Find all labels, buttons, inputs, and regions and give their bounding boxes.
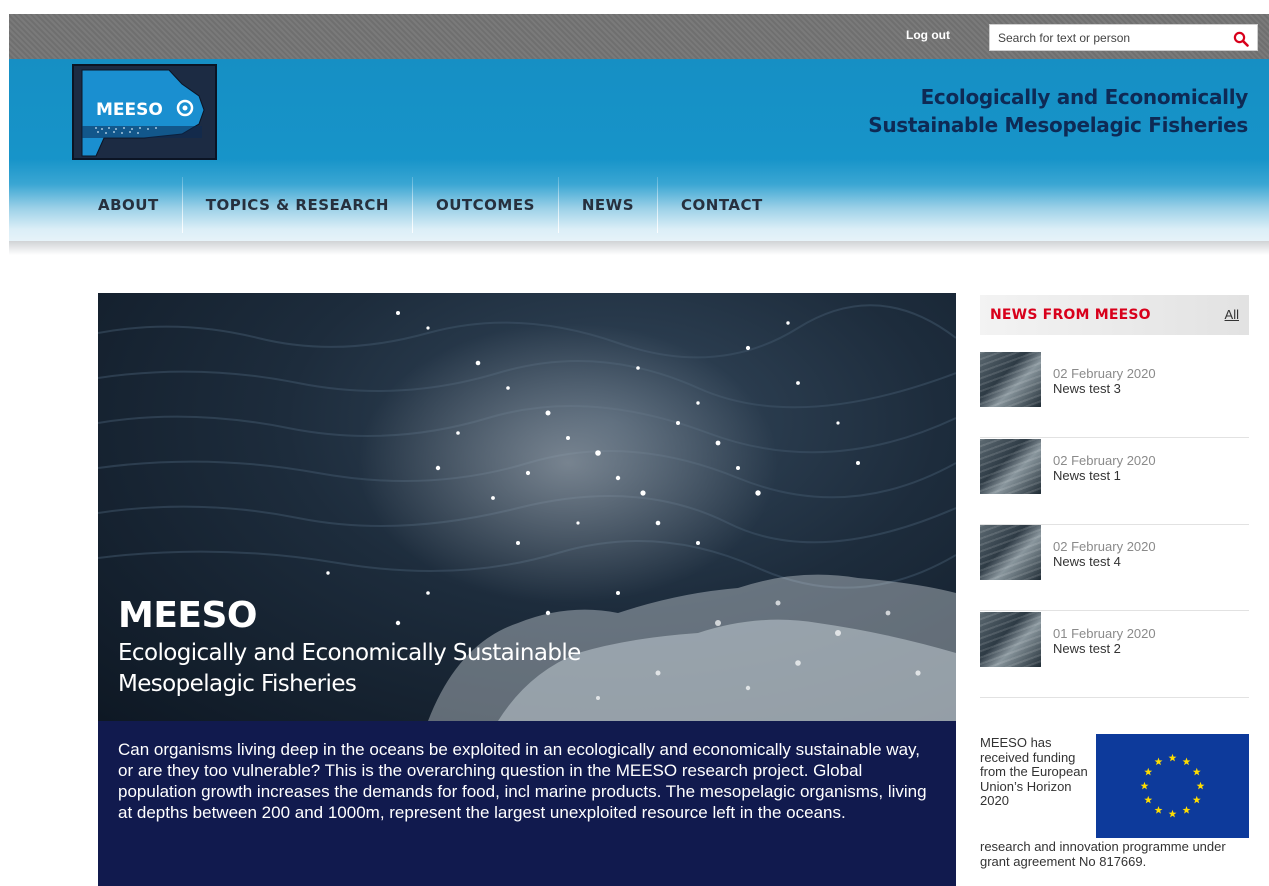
search-box [989, 24, 1258, 51]
top-utility-bar: Log out [9, 14, 1269, 59]
news-date: 02 February 2020 [1053, 539, 1156, 554]
eu-star [1144, 767, 1153, 776]
nav-topics-research[interactable]: TOPICS & RESEARCH [183, 177, 412, 233]
site-header: MEESO Ecologically and Economically Sust… [9, 59, 1269, 241]
news-title[interactable]: News test 3 [1053, 381, 1121, 396]
header-shadow [9, 241, 1269, 255]
eu-star [1192, 767, 1201, 776]
news-title[interactable]: News test 4 [1053, 554, 1121, 569]
eu-star [1154, 806, 1163, 814]
intro-text: Can organisms living deep in the oceans … [98, 721, 956, 886]
hero-subtitle-line-1: Ecologically and Economically Sustainabl… [118, 640, 581, 666]
nav-about[interactable]: ABOUT [76, 177, 182, 233]
logout-link[interactable]: Log out [906, 28, 950, 42]
news-item[interactable]: 02 February 2020 News test 3 [980, 352, 1249, 438]
funding-text-part-2: research and innovation programme under … [980, 839, 1226, 869]
news-thumbnail [980, 439, 1041, 494]
news-header: NEWS FROM MEESO All [980, 295, 1249, 335]
funding-text-part-1: MEESO has received funding from the Euro… [980, 735, 1088, 808]
news-date: 02 February 2020 [1053, 453, 1156, 468]
news-date: 02 February 2020 [1053, 366, 1156, 381]
eu-flag-icon [1096, 734, 1249, 838]
news-title[interactable]: News test 2 [1053, 641, 1121, 656]
news-item[interactable]: 02 February 2020 News test 1 [980, 439, 1249, 525]
news-item[interactable]: 01 February 2020 News test 2 [980, 612, 1249, 698]
eu-star [1182, 757, 1191, 766]
hero-banner: MEESO Ecologically and Economically Sust… [98, 293, 956, 721]
eu-star [1182, 806, 1191, 814]
news-thumbnail [980, 525, 1041, 580]
tagline-line-1: Ecologically and Economically [920, 85, 1249, 109]
eu-star [1144, 795, 1153, 804]
eu-star [1192, 795, 1201, 804]
news-item[interactable]: 02 February 2020 News test 4 [980, 525, 1249, 611]
news-date: 01 February 2020 [1053, 626, 1156, 641]
eu-star [1154, 757, 1163, 766]
hero-subtitle: Ecologically and Economically Sustainabl… [118, 638, 718, 700]
meeso-logo[interactable]: MEESO [72, 64, 217, 160]
news-thumbnail [980, 352, 1041, 407]
eu-star [1168, 753, 1177, 762]
search-icon[interactable] [1233, 31, 1249, 47]
site-tagline: Ecologically and Economically Sustainabl… [868, 83, 1248, 139]
eu-star [1168, 809, 1177, 818]
tagline-line-2: Sustainable Mesopelagic Fisheries [868, 113, 1248, 137]
eu-star [1196, 781, 1205, 790]
news-all-link[interactable]: All [1225, 307, 1239, 322]
logo-text: MEESO [96, 100, 163, 120]
news-title[interactable]: News test 1 [1053, 468, 1121, 483]
news-heading: NEWS FROM MEESO [990, 307, 1151, 323]
hero-subtitle-line-2: Mesopelagic Fisheries [118, 671, 357, 697]
news-thumbnail [980, 612, 1041, 667]
search-input[interactable] [998, 29, 1223, 47]
hero-title: MEESO [118, 595, 258, 636]
eu-star [1140, 781, 1149, 790]
main-nav: ABOUT TOPICS & RESEARCH OUTCOMES NEWS CO… [76, 177, 786, 233]
nav-outcomes[interactable]: OUTCOMES [413, 177, 558, 233]
nav-news[interactable]: NEWS [559, 177, 657, 233]
nav-contact[interactable]: CONTACT [658, 177, 786, 233]
